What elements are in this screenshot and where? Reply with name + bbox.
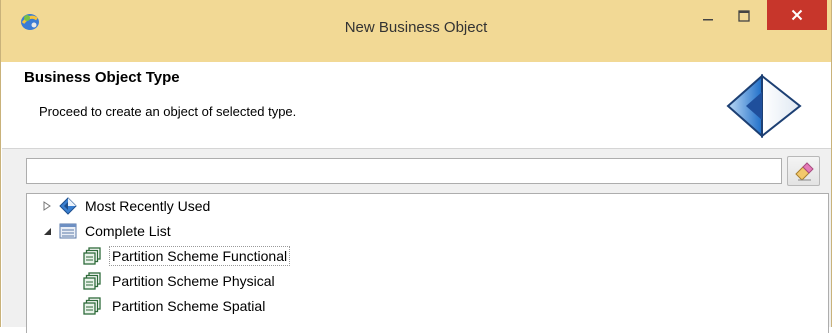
dialog-window: New Business Object Business Object Type… (0, 0, 832, 333)
page-title: Business Object Type (24, 69, 180, 86)
eraser-icon (794, 162, 814, 181)
tree-item-label: Partition Scheme Functional (109, 246, 291, 266)
close-icon (791, 9, 803, 21)
wizard-header: Business Object Type Proceed to create a… (2, 62, 831, 149)
filter-input[interactable] (26, 158, 782, 184)
tree-node-label: Complete List (85, 223, 171, 239)
wizard-banner-icon (726, 74, 802, 138)
page-description: Proceed to create an object of selected … (39, 104, 297, 119)
tree-item-partition-scheme-spatial[interactable]: Partition Scheme Spatial (83, 294, 268, 318)
partition-scheme-icon (83, 272, 101, 290)
wizard-content: Most Recently Used Complete List Partiti… (2, 149, 831, 333)
minimize-icon (703, 19, 713, 21)
tree-item-label: Partition Scheme Physical (112, 273, 275, 289)
collapse-arrow-icon[interactable] (39, 223, 55, 239)
close-button[interactable] (767, 0, 827, 30)
tree-item-label: Partition Scheme Spatial (112, 298, 266, 314)
blue-diamond-icon (59, 197, 77, 215)
tree-node-complete-list[interactable]: Complete List (39, 219, 171, 243)
list-icon (59, 222, 77, 240)
partition-scheme-icon (83, 297, 101, 315)
expand-arrow-icon[interactable] (39, 198, 55, 214)
tree-item-partition-scheme-functional[interactable]: Partition Scheme Functional (83, 244, 291, 268)
tree-item-partition-scheme-physical[interactable]: Partition Scheme Physical (83, 269, 278, 293)
maximize-button[interactable] (727, 1, 761, 31)
minimize-button[interactable] (691, 1, 725, 31)
object-type-tree[interactable]: Most Recently Used Complete List Partiti… (26, 193, 829, 333)
tree-node-most-recently-used[interactable]: Most Recently Used (39, 194, 210, 218)
tree-node-label: Most Recently Used (85, 198, 211, 214)
maximize-icon (738, 10, 750, 22)
clear-filter-button[interactable] (787, 156, 820, 186)
title-bar[interactable]: New Business Object (1, 0, 831, 62)
partition-scheme-icon (83, 247, 101, 265)
